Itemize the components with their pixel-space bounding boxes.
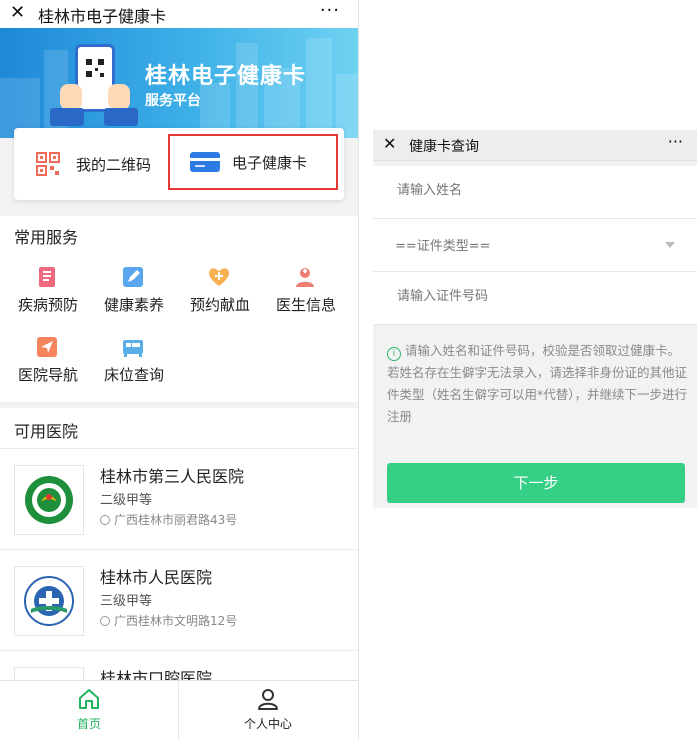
hospital-address: 广西桂林市丽君路43号 [100, 511, 237, 528]
user-icon [258, 689, 278, 710]
id-type-row[interactable]: ==证件类型== [373, 219, 697, 272]
tab-home[interactable]: 首页 [0, 681, 179, 740]
right-title-bar: ✕ 健康卡查询 ··· [373, 130, 697, 161]
home-icon [79, 689, 99, 709]
e-health-card-button[interactable]: 电子健康卡 [168, 134, 338, 190]
location-pin-icon [100, 515, 110, 525]
common-services: 常用服务 疾病预防 健康素养 预约献血 医生信息 医院导航 床位查询 [0, 216, 358, 402]
right-window: ✕ 健康卡查询 ··· ==证件类型== i请输入姓名和证件号码，校验是否领取过… [373, 130, 697, 508]
tab-personal-label: 个人中心 [243, 717, 292, 731]
banner: 桂林电子健康卡 服务平台 [0, 28, 358, 138]
service-label: 健康素养 [103, 296, 164, 314]
service-bed-query[interactable]: 床位查询 [90, 336, 180, 396]
window-title: 桂林市电子健康卡 [38, 7, 167, 26]
service-label: 床位查询 [103, 366, 164, 384]
hospital-name: 桂林市第三人民医院 [100, 467, 245, 486]
name-field-row [373, 166, 697, 219]
hospital-name: 桂林市人民医院 [100, 568, 213, 587]
my-qr-label: 我的二维码 [76, 156, 152, 174]
hospital-row[interactable]: 桂林市第三人民医院 二级甲等 广西桂林市丽君路43号 [0, 448, 358, 549]
e-health-card-label: 电子健康卡 [232, 154, 308, 172]
service-health-literacy[interactable]: 健康素养 [90, 266, 180, 326]
navigation-icon [37, 337, 57, 357]
bottom-tab-bar: 首页 个人中心 [0, 680, 358, 740]
hospital-level: 二级甲等 [100, 493, 153, 508]
hospital-level: 三级甲等 [100, 594, 153, 609]
card-actions: 我的二维码 电子健康卡 [14, 128, 344, 200]
service-label: 疾病预防 [17, 296, 78, 314]
service-hospital-navigation[interactable]: 医院导航 [4, 336, 94, 396]
notebook-icon [39, 267, 55, 287]
service-label: 预约献血 [189, 296, 250, 314]
service-disease-prevention[interactable]: 疾病预防 [4, 266, 94, 326]
hospital-logo [14, 566, 84, 636]
query-window-title: 健康卡查询 [409, 139, 479, 155]
name-input[interactable] [395, 182, 669, 199]
card-icon [190, 152, 220, 172]
id-type-select[interactable]: ==证件类型== [395, 235, 665, 254]
banner-title: 桂林电子健康卡 [145, 64, 307, 89]
hospital-address: 广西桂林市文明路12号 [100, 612, 237, 629]
heart-plus-icon [209, 268, 229, 286]
close-icon[interactable]: ✕ [10, 2, 25, 23]
service-blood-donation[interactable]: 预约献血 [176, 266, 266, 326]
left-title-bar: ✕ 桂林市电子健康卡 ··· [0, 0, 358, 28]
location-pin-icon [100, 616, 110, 626]
hospital-row[interactable]: 桂林市口腔医院 [0, 650, 358, 680]
left-window: ✕ 桂林市电子健康卡 ··· 桂林电子健康卡 服务平台 我的二维码 电子健康卡 … [0, 0, 359, 740]
more-icon[interactable]: ··· [320, 0, 340, 21]
edit-icon [123, 267, 143, 287]
more-icon[interactable]: ··· [668, 132, 683, 151]
tab-personal-center[interactable]: 个人中心 [179, 681, 357, 740]
tab-home-label: 首页 [76, 717, 101, 731]
nurse-icon [296, 268, 314, 287]
tip-text: i 请输入姓名和证件号码，校验是否领取过健康卡。 若姓名存在生僻字无法录入，请选择… [387, 343, 688, 424]
service-doctor-info[interactable]: 医生信息 [262, 266, 352, 326]
chevron-down-icon [665, 242, 675, 248]
hospitals-title: 可用医院 [14, 422, 79, 441]
hospital-name: 桂林市口腔医院 [100, 669, 213, 680]
hand-illustration [60, 84, 82, 110]
available-hospitals: 可用医院 桂林市第三人民医院 二级甲等 广西桂林市丽君路43号 桂林市人民医院 … [0, 408, 358, 680]
id-number-row [373, 272, 697, 325]
qr-code-icon [36, 152, 60, 176]
service-label: 医院导航 [17, 366, 78, 384]
info-icon: i [387, 347, 401, 361]
bed-icon [123, 340, 143, 357]
banner-subtitle: 服务平台 [145, 93, 201, 109]
id-number-input[interactable] [395, 288, 669, 305]
hospital-logo [14, 465, 84, 535]
hospital-logo [14, 667, 84, 680]
next-step-button[interactable]: 下一步 [387, 463, 685, 503]
hospital-row[interactable]: 桂林市人民医院 三级甲等 广西桂林市文明路12号 [0, 549, 358, 650]
close-icon[interactable]: ✕ [383, 134, 396, 153]
services-title: 常用服务 [14, 228, 79, 247]
service-label: 医生信息 [275, 296, 336, 314]
